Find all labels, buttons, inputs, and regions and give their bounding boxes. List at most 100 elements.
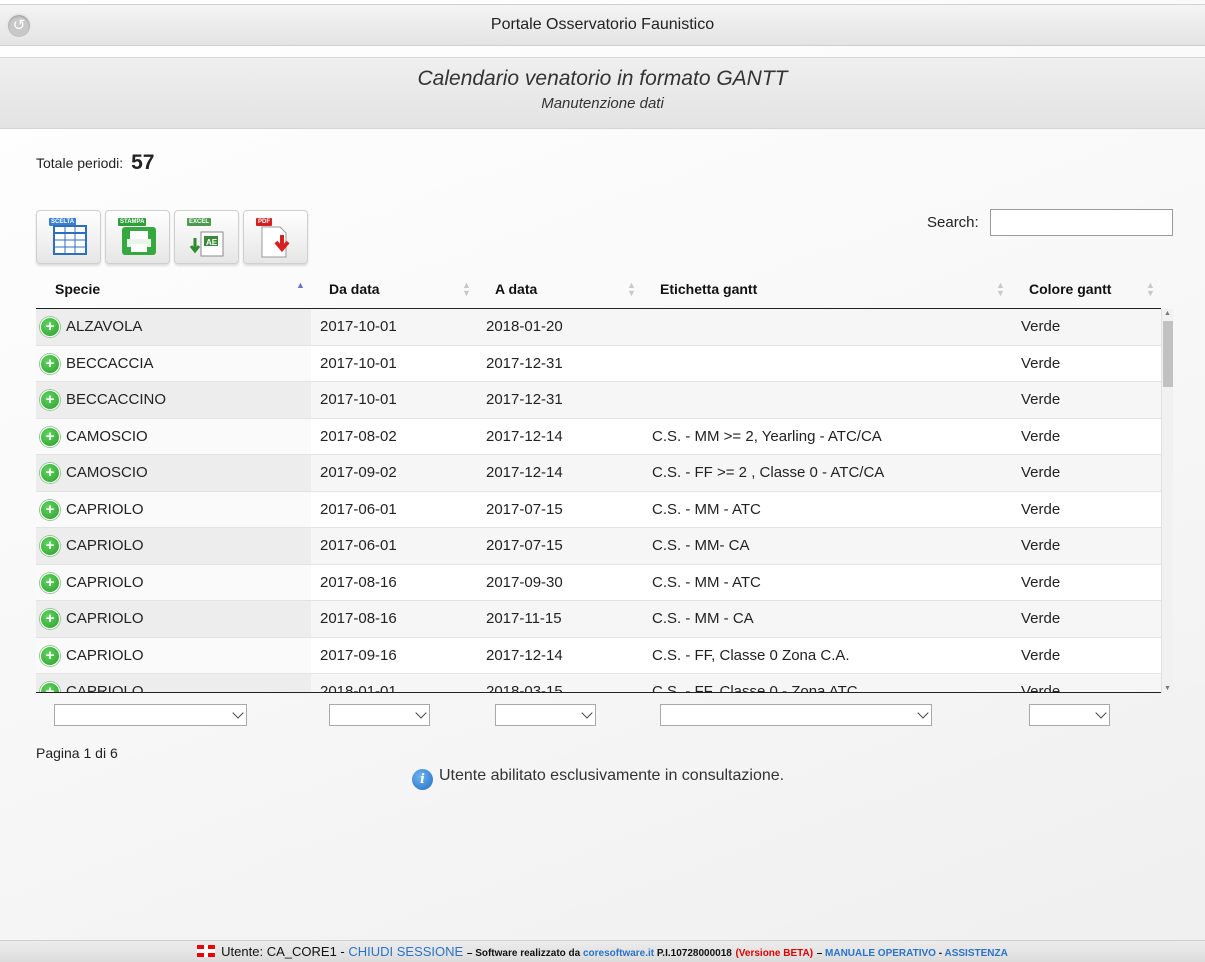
cell-colore: Verde	[1021, 464, 1061, 481]
cell-da-data: 2017-06-01	[320, 537, 397, 554]
total-periods-label: Totale periodi:	[36, 155, 124, 171]
table-row[interactable]: + CAPRIOLO 2017-06-01 2017-07-15 C.S. - …	[36, 491, 1161, 528]
table-body: + ALZAVOLA 2017-10-01 2018-01-20 Verde +…	[36, 309, 1161, 693]
filter-colore-select[interactable]	[1029, 704, 1110, 726]
cell-etichetta: C.S. - MM- CA	[652, 537, 750, 554]
sort-icon[interactable]: ▲ ▼	[1146, 281, 1155, 298]
cell-a-data: 2017-12-14	[486, 427, 563, 445]
cell-a-data: 2018-03-15	[486, 683, 563, 693]
table-row[interactable]: + BECCACCINO 2017-10-01 2017-12-31 Verde	[36, 382, 1161, 419]
app-header: ↺ Portale Osservatorio Faunistico	[0, 4, 1205, 46]
footer: Utente: CA_CORE1 - CHIUDI SESSIONE – Sof…	[0, 940, 1205, 962]
chevron-down-icon	[581, 707, 593, 719]
expand-row-icon[interactable]: +	[40, 390, 60, 410]
page-titlebar: Calendario venatorio in formato GANTT Ma…	[0, 57, 1205, 129]
scroll-down-icon[interactable]: ▼	[1164, 685, 1171, 692]
table-row[interactable]: + ALZAVOLA 2017-10-01 2018-01-20 Verde	[36, 309, 1161, 346]
total-periods-count: 57	[131, 151, 155, 174]
footer-software-text: Software realizzato da	[475, 948, 581, 959]
pdf-export-button[interactable]: PDF	[243, 210, 308, 264]
cell-etichetta: C.S. - FF, Classe 0 - Zona ATC	[652, 683, 858, 693]
cell-a-data: 2017-12-31	[486, 391, 563, 408]
scroll-thumb[interactable]	[1163, 321, 1173, 387]
cell-etichetta: C.S. - MM - ATC	[652, 500, 761, 518]
expand-row-icon[interactable]: +	[40, 353, 60, 374]
table-row[interactable]: + CAMOSCIO 2017-08-02 2017-12-14 C.S. - …	[36, 418, 1161, 455]
filter-da-data-select[interactable]	[329, 704, 430, 726]
sort-icon[interactable]: ▲ ▼	[996, 281, 1005, 298]
column-header-specie[interactable]: Specie	[55, 281, 100, 297]
expand-row-icon[interactable]: +	[40, 536, 60, 556]
expand-row-icon[interactable]: +	[40, 609, 60, 629]
cell-colore: Verde	[1021, 500, 1061, 518]
cell-etichetta: C.S. - FF >= 2 , Classe 0 - ATC/CA	[652, 464, 885, 481]
scroll-up-icon[interactable]: ▲	[1164, 310, 1171, 317]
cell-colore: Verde	[1021, 683, 1061, 693]
table-row[interactable]: + CAPRIOLO 2017-06-01 2017-07-15 C.S. - …	[36, 528, 1161, 565]
sort-asc-icon[interactable]: ▲	[296, 281, 305, 290]
filter-a-data-select[interactable]	[495, 704, 596, 726]
page-title: Calendario venatorio in formato GANTT	[417, 67, 788, 90]
cell-specie: CAPRIOLO	[66, 610, 144, 627]
expand-row-icon[interactable]: +	[40, 499, 60, 520]
cell-colore: Verde	[1021, 427, 1061, 445]
filter-specie-select[interactable]	[54, 704, 247, 726]
cell-specie: CAPRIOLO	[66, 646, 144, 664]
column-header-etichetta[interactable]: Etichetta gantt	[660, 281, 757, 297]
footer-user-label: Utente:	[221, 944, 264, 959]
app-title: Portale Osservatorio Faunistico	[490, 16, 715, 33]
cell-a-data: 2018-01-20	[486, 318, 563, 335]
sort-icon[interactable]: ▲ ▼	[462, 281, 471, 298]
cell-specie: CAMOSCIO	[66, 464, 148, 481]
cell-etichetta: C.S. - MM - ATC	[652, 573, 761, 591]
manual-link[interactable]: MANUALE OPERATIVO	[825, 948, 936, 959]
expand-row-icon[interactable]: +	[40, 572, 60, 593]
table-row[interactable]: + CAPRIOLO 2018-01-01 2018-03-15 C.S. - …	[36, 674, 1161, 693]
cell-specie: CAPRIOLO	[66, 500, 144, 518]
coresoftware-link[interactable]: coresoftware.it	[583, 948, 654, 959]
column-header-colore[interactable]: Colore gantt	[1029, 281, 1111, 297]
table-scrollbar[interactable]: ▲ ▼	[1161, 309, 1173, 693]
table-header: Specie ▲ Da data ▲ ▼ A data ▲ ▼ Etichetta …	[36, 272, 1161, 309]
notice-text: Utente abilitato esclusivamente in consu…	[439, 767, 785, 784]
cell-da-data: 2017-10-01	[320, 354, 397, 372]
column-header-a-data[interactable]: A data	[495, 281, 537, 297]
table-row[interactable]: + CAPRIOLO 2017-09-16 2017-12-14 C.S. - …	[36, 637, 1161, 674]
expand-row-icon[interactable]: +	[40, 317, 60, 337]
expand-row-icon[interactable]: +	[40, 645, 60, 666]
cell-colore: Verde	[1021, 646, 1061, 664]
chevron-down-icon	[1095, 707, 1107, 719]
chevron-down-icon	[917, 707, 929, 719]
chevron-down-icon	[232, 707, 244, 719]
cell-da-data: 2017-10-01	[320, 391, 397, 408]
cell-a-data: 2017-07-15	[486, 537, 563, 554]
column-choice-button[interactable]: SCELTA	[36, 210, 101, 264]
flag-icon	[197, 945, 216, 957]
table-row[interactable]: + CAMOSCIO 2017-09-02 2017-12-14 C.S. - …	[36, 455, 1161, 492]
table-row[interactable]: + CAPRIOLO 2017-08-16 2017-11-15 C.S. - …	[36, 601, 1161, 638]
expand-row-icon[interactable]: +	[40, 426, 60, 447]
table-row[interactable]: + BECCACCIA 2017-10-01 2017-12-31 Verde	[36, 345, 1161, 382]
pdf-icon	[261, 226, 290, 258]
cell-a-data: 2017-11-15	[486, 610, 562, 627]
cell-da-data: 2017-08-16	[320, 573, 397, 591]
filter-etichetta-select[interactable]	[660, 704, 932, 726]
sort-icon[interactable]: ▲ ▼	[627, 281, 636, 298]
logout-link[interactable]: CHIUDI SESSIONE	[348, 944, 463, 959]
cell-da-data: 2017-10-01	[320, 318, 397, 335]
assistance-link[interactable]: ASSISTENZA	[944, 948, 1007, 959]
chevron-down-icon	[415, 707, 427, 719]
back-icon[interactable]: ↺	[6, 13, 32, 39]
table-row[interactable]: + CAPRIOLO 2017-08-16 2017-09-30 C.S. - …	[36, 564, 1161, 601]
excel-export-button[interactable]: EXCEL AE	[174, 210, 239, 264]
version-badge: (Versione BETA)	[735, 948, 814, 959]
expand-row-icon[interactable]: +	[40, 463, 60, 483]
column-header-da-data[interactable]: Da data	[329, 281, 380, 297]
cell-a-data: 2017-12-14	[486, 646, 563, 664]
export-toolbar: SCELTA STAMPA EXCEL AE PDF	[36, 210, 308, 264]
cell-colore: Verde	[1021, 318, 1061, 335]
footer-user: CA_CORE1	[266, 944, 337, 959]
pagination-info: Pagina 1 di 6	[36, 745, 118, 761]
print-button[interactable]: STAMPA	[105, 210, 170, 264]
search-input[interactable]	[990, 209, 1173, 236]
